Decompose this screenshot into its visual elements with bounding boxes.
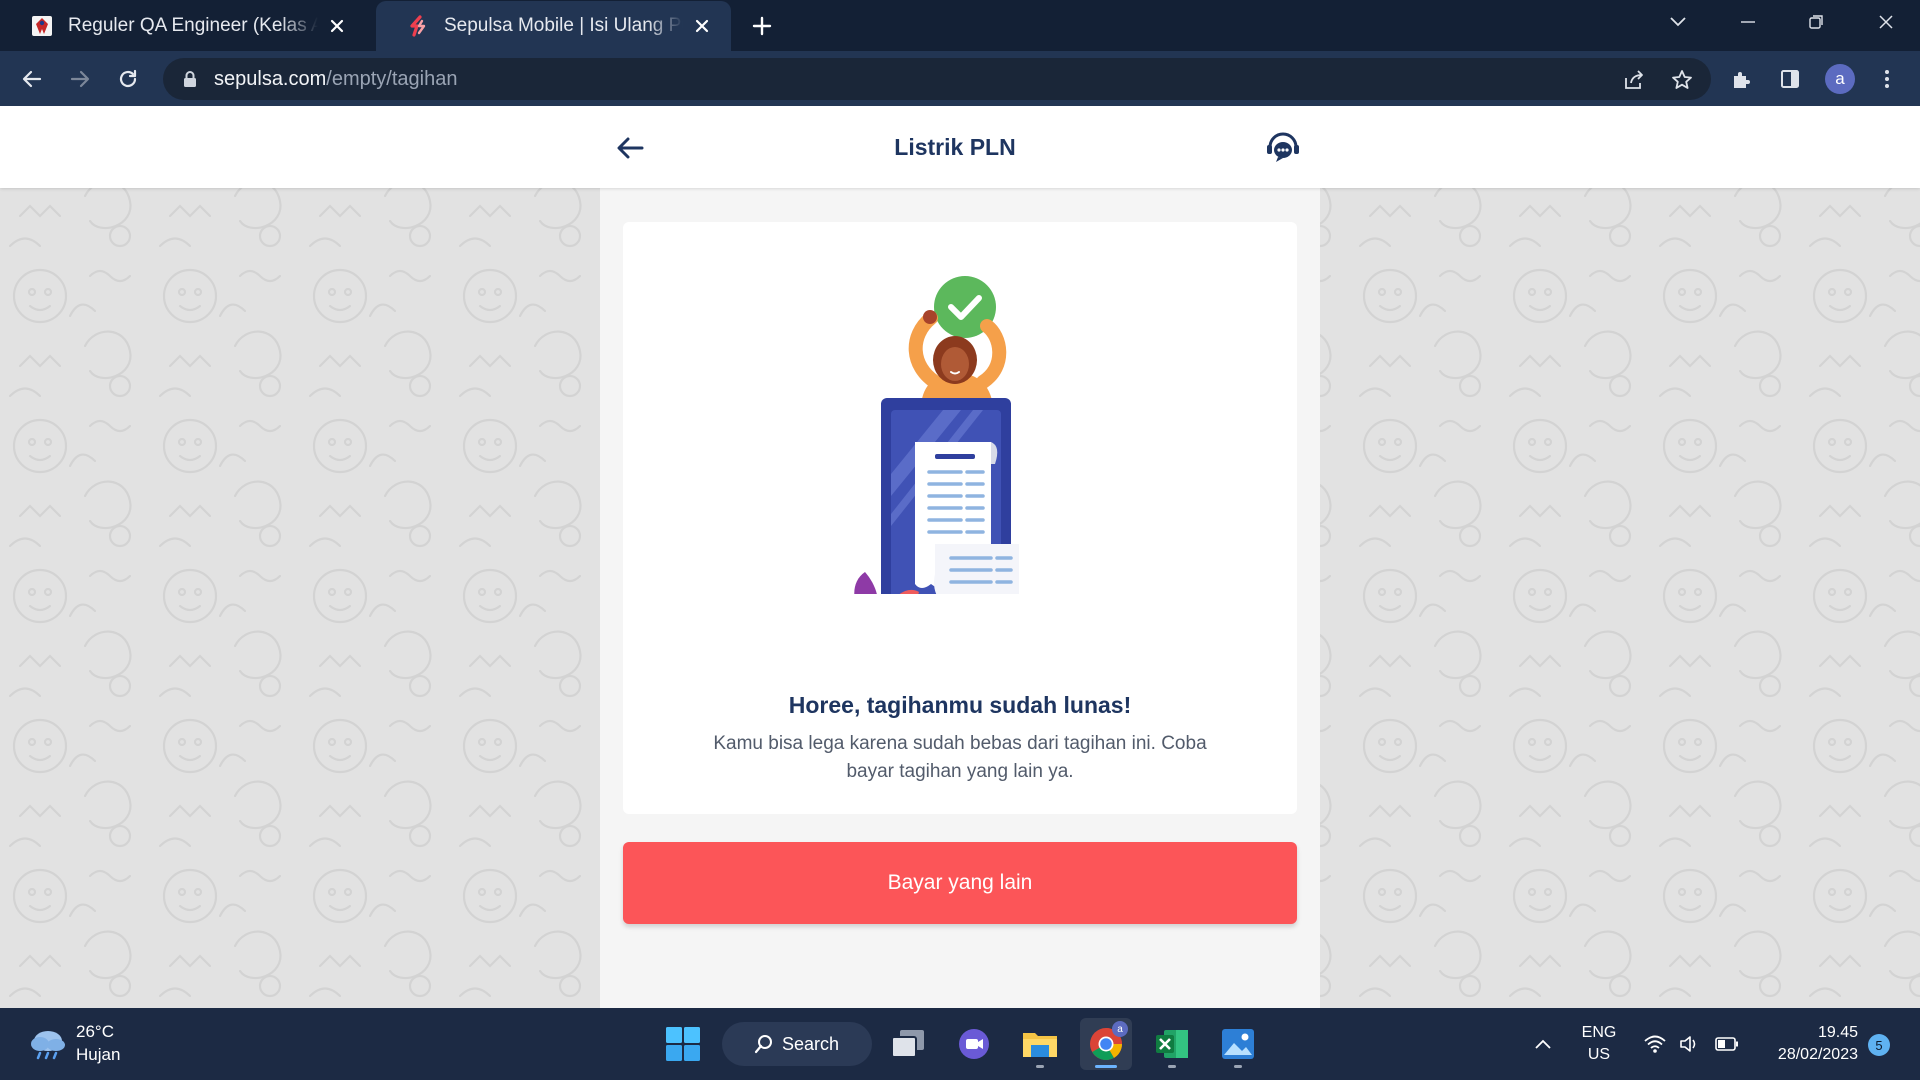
close-icon[interactable]: [326, 15, 348, 37]
close-icon: [1879, 15, 1893, 29]
web-page: Listrik PLN Horee, tagihanmu sudah lunas…: [0, 106, 1920, 1008]
profile-badge: a: [1112, 1021, 1128, 1037]
tab-title: Sepulsa Mobile | Isi Ulang Pulsa Sepulsa: [444, 15, 683, 36]
content-column: Horee, tagihanmu sudah lunas! Kamu bisa …: [600, 188, 1320, 1008]
clock-date: 28/02/2023: [1777, 1046, 1858, 1063]
weather-widget[interactable]: 26°C Hujan: [26, 1020, 120, 1066]
success-heading: Horee, tagihanmu sudah lunas!: [788, 692, 1132, 718]
system-clock[interactable]: 19.45 28/02/2023: [1748, 1022, 1858, 1066]
search-icon: [754, 1035, 772, 1054]
success-description: Kamu bisa lega karena sudah bebas dari t…: [713, 733, 1207, 782]
weather-description: Hujan: [76, 1045, 121, 1064]
show-hidden-icons-button[interactable]: [1528, 1008, 1558, 1080]
sepulsa-logo-icon: [406, 14, 430, 38]
address-bar[interactable]: sepulsa.com/empty/tagihan: [163, 58, 1711, 100]
active-indicator: [1095, 1065, 1117, 1068]
volume-icon[interactable]: [1675, 1008, 1705, 1080]
browser-tab-strip: Reguler QA Engineer (Kelas A, B, C) Sepu…: [0, 0, 1920, 51]
minimize-button[interactable]: [1720, 0, 1776, 44]
close-icon[interactable]: [691, 15, 713, 37]
task-view-button[interactable]: [882, 1018, 934, 1070]
arrow-left-icon: [22, 70, 42, 88]
chevron-down-icon: [1670, 17, 1686, 27]
video-chat-icon: [959, 1029, 989, 1059]
close-window-button[interactable]: [1858, 0, 1914, 44]
url-host: sepulsa.com: [214, 67, 327, 90]
url-path: /empty/tagihan: [326, 67, 458, 90]
page-title: Listrik PLN: [894, 134, 1016, 160]
extensions-button[interactable]: [1724, 61, 1760, 97]
browser-toolbar: sepulsa.com/empty/tagihan a: [0, 51, 1920, 106]
side-panel-icon: [1781, 70, 1799, 88]
excel-button[interactable]: [1146, 1018, 1198, 1070]
bookmark-star-icon[interactable]: [1670, 68, 1694, 92]
customer-support-button[interactable]: [1263, 128, 1303, 168]
teams-chat-button[interactable]: [948, 1018, 1000, 1070]
browser-tab-sepulsa[interactable]: Sepulsa Mobile | Isi Ulang Pulsa Sepulsa: [376, 1, 731, 51]
chrome-button[interactable]: a: [1080, 1018, 1132, 1070]
running-indicator: [1168, 1065, 1176, 1068]
restore-icon: [1809, 15, 1823, 29]
browser-menu-button[interactable]: [1869, 61, 1905, 97]
bill-paid-card: Horee, tagihanmu sudah lunas! Kamu bisa …: [623, 222, 1297, 814]
windows-logo-icon: [666, 1027, 700, 1061]
back-button[interactable]: [612, 130, 648, 166]
photos-icon: [1222, 1029, 1254, 1059]
reload-button[interactable]: [110, 61, 146, 97]
windows-taskbar: 26°C Hujan Search a ENG US 19.45 28/02/2…: [0, 1008, 1920, 1080]
input-language-indicator[interactable]: ENG US: [1572, 1022, 1626, 1066]
tab-title: Reguler QA Engineer (Kelas A, B, C): [68, 14, 318, 36]
new-tab-button[interactable]: [748, 12, 776, 40]
profile-avatar[interactable]: a: [1825, 64, 1855, 94]
university-logo-icon: [30, 14, 54, 38]
weather-temperature: 26°C: [76, 1022, 114, 1041]
share-icon[interactable]: [1622, 68, 1646, 92]
browser-tab-qa-engineer[interactable]: Reguler QA Engineer (Kelas A, B, C): [0, 0, 366, 51]
bill-paid-illustration: [854, 276, 1019, 594]
pay-other-button[interactable]: Bayar yang lain: [623, 842, 1297, 924]
plus-icon: [752, 16, 772, 36]
restore-button[interactable]: [1788, 0, 1844, 44]
start-button[interactable]: [657, 1018, 709, 1070]
lock-icon[interactable]: [180, 69, 200, 89]
chat-support-icon: [1267, 132, 1299, 162]
back-button[interactable]: [14, 61, 50, 97]
running-indicator: [1234, 1065, 1242, 1068]
language-code: ENG: [1581, 1024, 1617, 1041]
photos-button[interactable]: [1212, 1018, 1264, 1070]
rain-cloud-icon: [31, 1031, 65, 1060]
tab-search-button[interactable]: [1650, 0, 1706, 44]
taskbar-search[interactable]: Search: [722, 1022, 872, 1066]
arrow-right-icon: [70, 70, 90, 88]
search-label: Search: [782, 1033, 840, 1054]
app-header: Listrik PLN: [0, 106, 1920, 188]
minimize-icon: [1741, 21, 1755, 23]
notification-count-badge[interactable]: 5: [1868, 1034, 1890, 1056]
keyboard-region: US: [1587, 1046, 1611, 1063]
excel-icon: [1156, 1030, 1188, 1058]
kebab-menu-icon: [1885, 70, 1889, 88]
chevron-up-icon: [1535, 1039, 1551, 1049]
file-explorer-button[interactable]: [1014, 1018, 1066, 1070]
clock-time: 19.45: [1817, 1024, 1858, 1041]
folder-icon: [1023, 1033, 1057, 1057]
arrow-left-icon: [617, 137, 644, 159]
wifi-icon[interactable]: [1640, 1008, 1670, 1080]
puzzle-icon: [1734, 72, 1750, 88]
battery-icon[interactable]: [1712, 1008, 1742, 1080]
forward-button[interactable]: [62, 61, 98, 97]
running-indicator: [1036, 1065, 1044, 1068]
reload-icon: [119, 69, 137, 88]
side-panel-button[interactable]: [1772, 61, 1808, 97]
task-view-icon: [891, 1030, 924, 1058]
url-text: sepulsa.com/empty/tagihan: [214, 68, 457, 91]
